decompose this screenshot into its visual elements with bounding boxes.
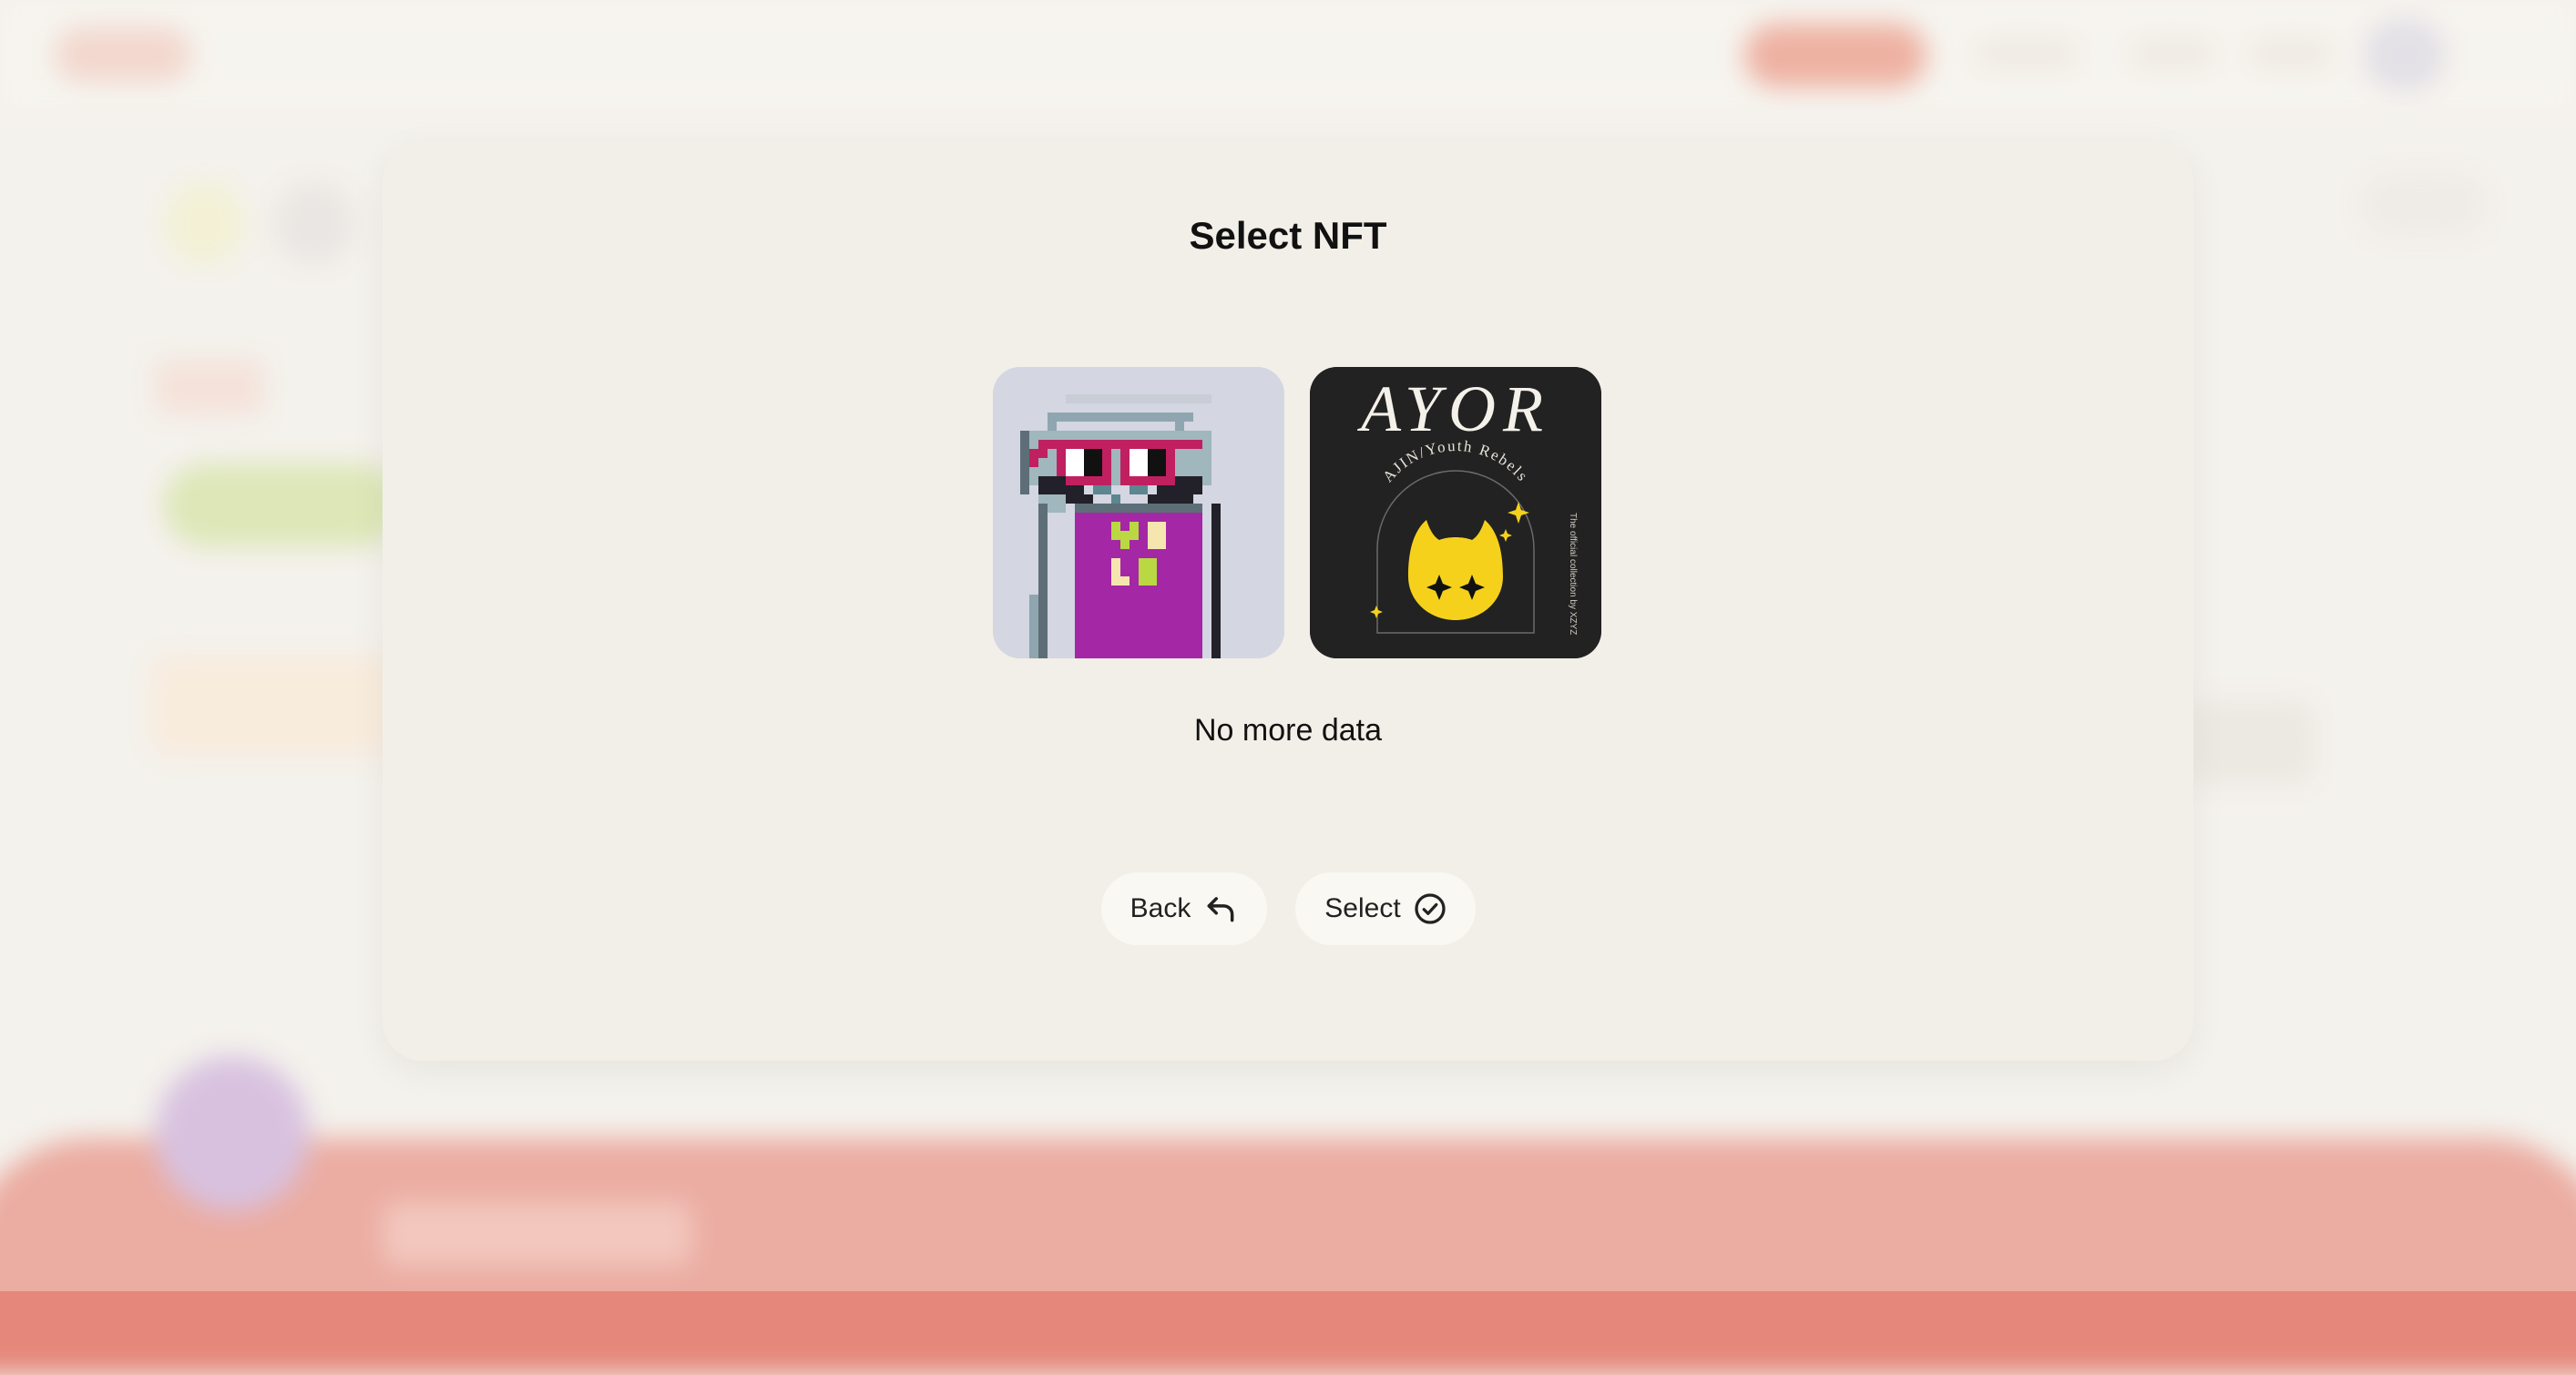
check-circle-icon bbox=[1415, 893, 1446, 924]
select-button[interactable]: Select bbox=[1295, 872, 1476, 945]
ayor-title: AYOR bbox=[1357, 372, 1550, 445]
no-more-data-text: No more data bbox=[1194, 713, 1382, 748]
undo-arrow-icon bbox=[1207, 897, 1234, 922]
ayor-cat-image: AYOR AJIN/Youth Rebels The official coll… bbox=[1310, 367, 1601, 658]
ayor-side-text: The official collection by XZYZ bbox=[1568, 513, 1578, 635]
select-nft-modal: Select NFT AYOR AJIN/Youth Rebels The of… bbox=[383, 141, 2193, 1061]
back-button[interactable]: Back bbox=[1101, 872, 1267, 945]
pixel-punk-image bbox=[993, 367, 1284, 658]
nft-card-ayor[interactable]: AYOR AJIN/Youth Rebels The official coll… bbox=[1310, 367, 1601, 658]
back-button-label: Back bbox=[1130, 893, 1191, 923]
modal-actions: Back Select bbox=[383, 872, 2193, 945]
nft-grid: AYOR AJIN/Youth Rebels The official coll… bbox=[993, 367, 1612, 660]
select-button-label: Select bbox=[1324, 893, 1401, 923]
nft-card-punk[interactable] bbox=[993, 367, 1284, 658]
modal-title: Select NFT bbox=[1189, 214, 1387, 257]
